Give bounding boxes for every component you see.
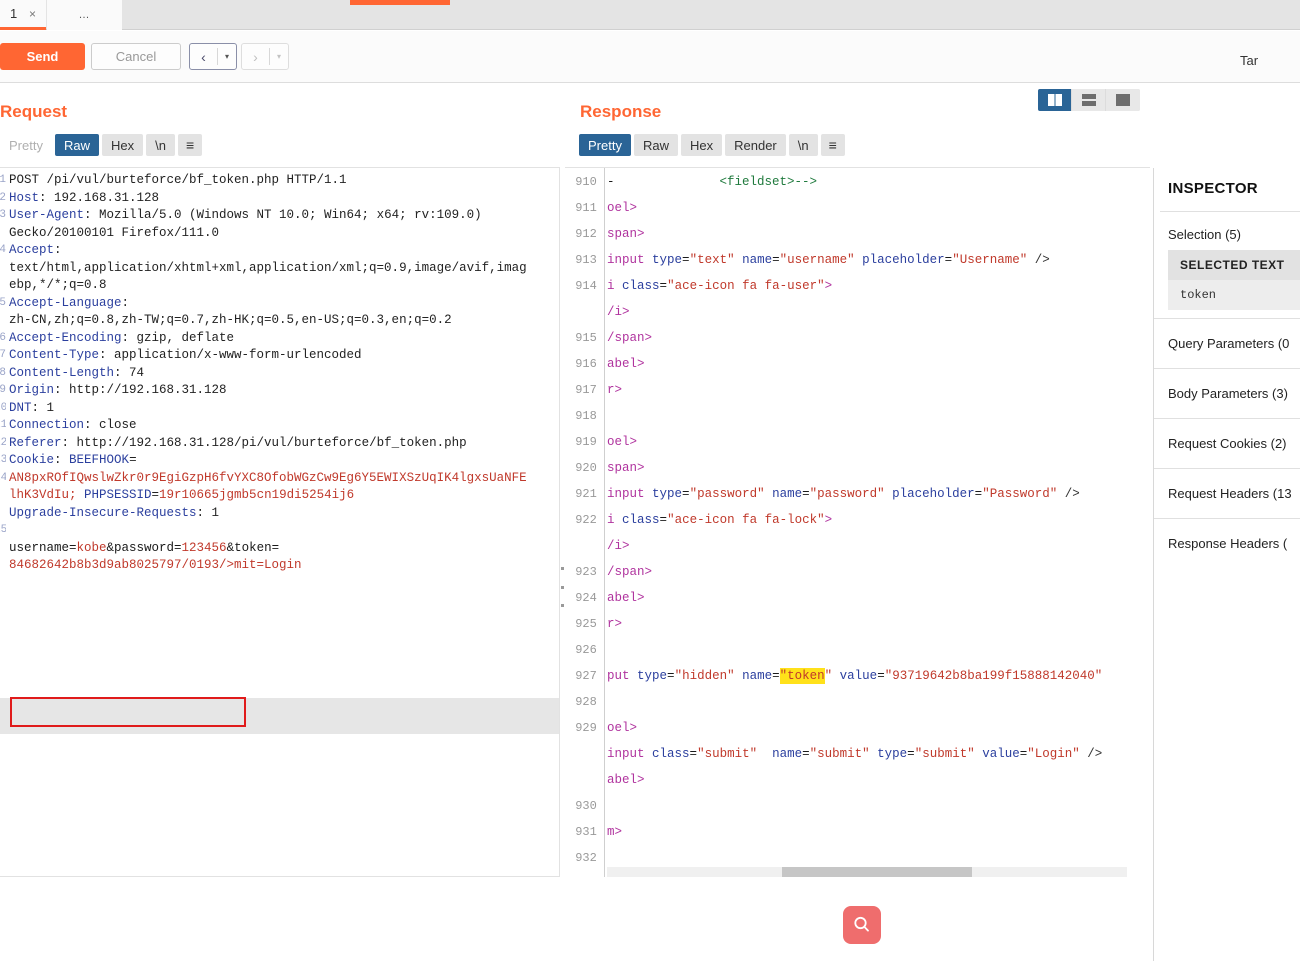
inspector-section-label: Request Cookies (2)	[1168, 436, 1287, 451]
response-view-n-tab[interactable]: \n	[788, 134, 818, 156]
selection-label: Selection (5)	[1168, 227, 1241, 242]
response-panel: Response Pretty Raw Hex Render \n ≡ 910 …	[565, 84, 1150, 877]
close-icon[interactable]: ×	[29, 7, 36, 21]
layout-single-button[interactable]	[1106, 89, 1140, 111]
inspector-title: INSPECTOR	[1168, 180, 1258, 197]
inspector-section-label: Query Parameters (0	[1168, 336, 1290, 351]
layout-stacked-button[interactable]	[1072, 89, 1106, 111]
response-view-render-tab[interactable]: Render	[725, 134, 786, 156]
single-pane-icon	[1116, 94, 1130, 106]
target-label: Tar	[1240, 53, 1259, 68]
inspector-panel: INSPECTOR Selection (5) SELECTED TEXT to…	[1153, 168, 1300, 961]
chevron-down-icon[interactable]: ▾	[270, 52, 288, 61]
inspector-section-query-0[interactable]: Query Parameters (0	[1154, 318, 1300, 368]
side-by-side-icon	[1047, 94, 1062, 106]
selected-text-header: SELECTED TEXT	[1168, 250, 1300, 280]
repeater-toolbar: Send Cancel ‹ ▾ › ▾ Tar	[0, 31, 1300, 83]
selected-text-card: SELECTED TEXT token	[1168, 250, 1300, 310]
editor-panels: Request PrettyRawHex\n≡ 123 4 5 67891011…	[0, 84, 1300, 961]
repeater-tab-add[interactable]: …	[47, 0, 122, 30]
repeater-tab-1[interactable]: 1 ×	[0, 0, 46, 30]
response-view-hex-tab[interactable]: Hex	[680, 134, 723, 156]
response-view-raw-tab[interactable]: Raw	[633, 134, 678, 156]
send-button[interactable]: Send	[0, 43, 85, 70]
request-raw-text[interactable]: POST /pi/vul/burteforce/bf_token.php HTT…	[9, 172, 559, 575]
inspector-section-response-4[interactable]: Response Headers (	[1154, 518, 1300, 568]
request-body-annotation-box	[10, 697, 246, 727]
inspector-section-label: Response Headers (	[1168, 536, 1288, 551]
response-editor[interactable]: 910 911 912 913 914 915 916 917 918 919 …	[565, 167, 1150, 877]
inspector-section-request-3[interactable]: Request Headers (13	[1154, 468, 1300, 518]
request-line-numbers: 123 4 5 67891011121314 15	[0, 174, 6, 536]
request-view-hex-tab[interactable]: Hex	[101, 134, 144, 156]
search-icon	[854, 916, 869, 932]
response-horizontal-scrollbar-thumb[interactable]	[782, 867, 972, 877]
response-horizontal-scrollbar-track[interactable]	[607, 867, 1127, 877]
history-back-button[interactable]: ‹ ▾	[189, 43, 237, 70]
repeater-tab-strip: 1 × …	[0, 0, 1300, 30]
request-view-raw-tab[interactable]: Raw	[54, 134, 99, 156]
inspector-section-label: Request Headers (13	[1168, 486, 1292, 501]
response-panel-title: Response	[580, 102, 662, 121]
chevron-left-icon: ‹	[201, 48, 206, 65]
response-pretty-text[interactable]: - <fieldset>--> oel> span> input type="text…	[607, 169, 1150, 877]
request-view-n-tab[interactable]: \n	[146, 134, 175, 156]
inspector-section-body-1[interactable]: Body Parameters (3)	[1154, 368, 1300, 418]
handle-dot	[560, 567, 564, 570]
repeater-tab-1-label: 1	[10, 6, 18, 21]
request-editor[interactable]: 123 4 5 67891011121314 15 POST /pi/vul/b…	[0, 167, 560, 877]
request-panel: Request PrettyRawHex\n≡ 123 4 5 67891011…	[0, 84, 564, 877]
request-panel-title: Request	[0, 102, 68, 121]
chevron-down-icon[interactable]: ▾	[218, 52, 236, 61]
active-tab-indicator	[350, 0, 450, 5]
response-view-tabs: Pretty Raw Hex Render \n ≡	[579, 134, 845, 156]
cancel-button[interactable]: Cancel	[91, 43, 181, 70]
stacked-icon	[1081, 94, 1096, 106]
response-view-pretty-tab[interactable]: Pretty	[579, 134, 631, 156]
search-button[interactable]	[843, 906, 881, 944]
request-view-pretty-tab[interactable]: Pretty	[0, 134, 52, 156]
handle-dot	[560, 604, 564, 607]
request-view--tab[interactable]: ≡	[177, 134, 203, 156]
layout-mode-buttons	[1038, 89, 1140, 111]
response-view--tab[interactable]: ≡	[820, 134, 845, 156]
request-view-tabs: Pretty Raw Hex \n ≡	[0, 134, 203, 156]
handle-dot	[560, 585, 564, 589]
response-line-numbers: 910 911 912 913 914 915 916 917 918 919 …	[565, 168, 605, 877]
chevron-right-icon: ›	[253, 48, 258, 65]
inspector-section-request-2[interactable]: Request Cookies (2)	[1154, 418, 1300, 468]
layout-side-by-side-button[interactable]	[1038, 89, 1072, 111]
divider	[1160, 211, 1300, 212]
selected-text-value: token	[1180, 288, 1217, 302]
history-forward-button[interactable]: › ▾	[241, 43, 289, 70]
inspector-section-label: Body Parameters (3)	[1168, 386, 1288, 401]
